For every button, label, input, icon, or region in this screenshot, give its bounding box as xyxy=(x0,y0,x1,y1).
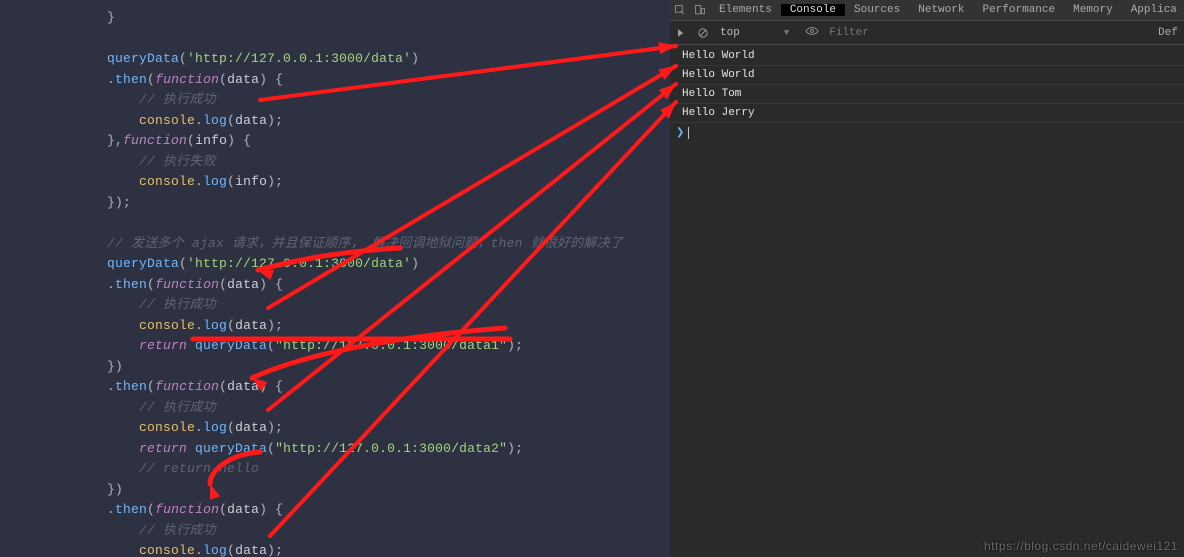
chevron-down-icon: ▼ xyxy=(784,28,789,38)
sidebar-icon[interactable] xyxy=(670,27,692,39)
context-dropdown[interactable]: top ▼ xyxy=(714,27,795,39)
watermark: https://blog.csdn.net/caidewei121 xyxy=(984,539,1178,553)
console-row[interactable]: Hello World xyxy=(670,66,1184,85)
console-row[interactable]: Hello Tom xyxy=(670,85,1184,104)
console-row[interactable]: Hello Jerry xyxy=(670,104,1184,123)
devtools-pane: ElementsConsoleSourcesNetworkPerformance… xyxy=(670,0,1184,557)
chevron-right-icon: ❯ xyxy=(676,127,684,139)
console-log-list: Hello WorldHello WorldHello TomHello Jer… xyxy=(670,45,1184,125)
text-cursor xyxy=(688,127,689,139)
code-area[interactable]: } queryData('http://127.0.0.1:3000/data'… xyxy=(0,8,670,557)
device-icon[interactable] xyxy=(690,4,710,16)
tab-network[interactable]: Network xyxy=(909,4,973,16)
devtools-tab-bar: ElementsConsoleSourcesNetworkPerformance… xyxy=(670,0,1184,21)
filter-input[interactable] xyxy=(829,27,949,39)
tab-applica[interactable]: Applica xyxy=(1122,4,1184,16)
console-prompt[interactable]: ❯ xyxy=(670,125,1184,141)
tab-sources[interactable]: Sources xyxy=(845,4,909,16)
tab-console[interactable]: Console xyxy=(781,4,845,16)
context-label: top xyxy=(720,27,740,39)
tab-performance[interactable]: Performance xyxy=(973,4,1064,16)
inspect-icon[interactable] xyxy=(670,4,690,16)
console-row[interactable]: Hello World xyxy=(670,47,1184,66)
tab-elements[interactable]: Elements xyxy=(710,4,781,16)
default-levels[interactable]: Def xyxy=(1150,27,1184,39)
devtools-toolbar: top ▼ Def xyxy=(670,21,1184,45)
editor-pane[interactable]: } queryData('http://127.0.0.1:3000/data'… xyxy=(0,0,670,557)
tab-memory[interactable]: Memory xyxy=(1064,4,1122,16)
clear-icon[interactable] xyxy=(692,27,714,39)
eye-icon[interactable] xyxy=(805,24,819,42)
